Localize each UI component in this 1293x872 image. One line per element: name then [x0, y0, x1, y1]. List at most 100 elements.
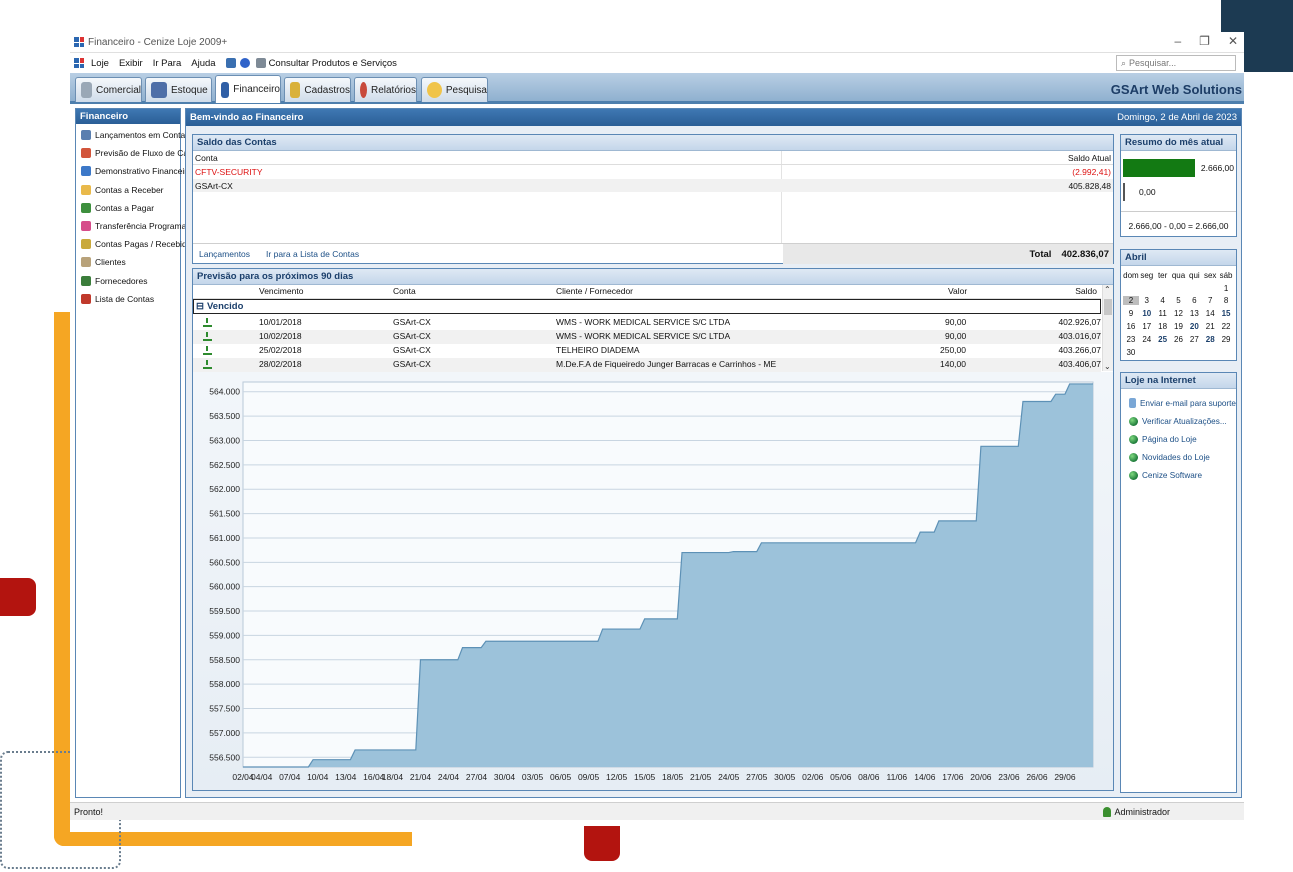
finance-icon: [221, 81, 230, 98]
tab-pesquisa[interactable]: Pesquisa: [421, 77, 488, 102]
calendar-week: 9 10 11 12 13 14 15: [1123, 307, 1234, 320]
calendar-day[interactable]: 24: [1139, 335, 1155, 344]
saldo-footer: Lançamentos Ir para a Lista de Contas To…: [193, 243, 1113, 264]
sidebar-item-clientes[interactable]: Clientes: [76, 253, 180, 271]
table-row[interactable]: GSArt-CX 405.828,48: [193, 179, 1113, 192]
magnifier-icon: [427, 82, 442, 98]
menu-loje[interactable]: Loje: [74, 58, 109, 69]
calendar-day[interactable]: 18: [1155, 322, 1171, 331]
lancamentos-link[interactable]: Lançamentos: [199, 249, 250, 259]
previsao-title: Previsão para os próximos 90 dias: [193, 269, 1113, 285]
tab-estoque[interactable]: Estoque: [145, 77, 212, 102]
group-vencido[interactable]: ⊟ Vencido: [193, 299, 1101, 314]
calendar-day[interactable]: 10: [1139, 309, 1155, 318]
calendar-day[interactable]: 15: [1218, 309, 1234, 318]
calendar-day[interactable]: 7: [1202, 296, 1218, 305]
sidebar-item-transferencia[interactable]: Transferência Programada: [76, 217, 196, 235]
menu-exibir[interactable]: Exibir: [119, 58, 143, 69]
scroll-thumb[interactable]: [1104, 299, 1112, 315]
help-icon[interactable]: [239, 58, 250, 68]
x-tick-label: 12/05: [606, 772, 628, 782]
collapse-icon[interactable]: ⊟: [196, 301, 204, 312]
sidebar-item-contas-receber[interactable]: Contas a Receber: [76, 181, 180, 199]
col-valor: Valor: [948, 286, 968, 296]
search-input[interactable]: ⌕ Pesquisar...: [1116, 55, 1236, 71]
table-row[interactable]: CFTV-SECURITY (2.992,41): [193, 165, 1113, 178]
x-tick-label: 21/05: [690, 772, 712, 782]
user-icon: [1103, 806, 1112, 817]
calendar-day[interactable]: 23: [1123, 335, 1139, 344]
loje-news-link[interactable]: Novidades do Loje: [1121, 448, 1236, 466]
calendar-day[interactable]: 6: [1186, 296, 1202, 305]
x-tick-label: 29/06: [1054, 772, 1076, 782]
restore-icon[interactable]: ❐: [1199, 34, 1210, 48]
calendar-day[interactable]: 27: [1186, 335, 1202, 344]
calendar-day[interactable]: 9: [1123, 309, 1139, 318]
divider: [1121, 211, 1236, 212]
calendar-day[interactable]: 13: [1186, 309, 1202, 318]
cash-flow-chart-svg: 556.500 557.000 557.500 558.000 558.500 559.0…: [209, 381, 1094, 782]
loja-internet-title: Loje na Internet: [1121, 373, 1236, 389]
calendar-day[interactable]: 1: [1218, 284, 1234, 293]
sidebar-item-lancamentos[interactable]: Lançamentos em Conta: [76, 126, 185, 144]
table-scrollbar[interactable]: ⌃ ⌄: [1102, 285, 1113, 371]
table-row[interactable]: 10/02/2018 GSArt-CX WMS - WORK MEDICAL S…: [193, 330, 1101, 344]
sidebar-item-contas-pagar[interactable]: Contas a Pagar: [76, 199, 180, 217]
minimize-icon[interactable]: –: [1174, 34, 1181, 48]
x-tick-label: 11/06: [887, 772, 908, 782]
close-icon[interactable]: ✕: [1228, 34, 1238, 48]
calendar-day[interactable]: 5: [1171, 296, 1187, 305]
sidebar: Financeiro Lançamentos em Conta Previsão…: [75, 108, 199, 798]
calendar-day[interactable]: 22: [1218, 322, 1234, 331]
loje-page-link[interactable]: Página do Loje: [1121, 430, 1236, 448]
lista-contas-link[interactable]: Ir para a Lista de Contas: [266, 249, 359, 259]
calculator-icon[interactable]: [225, 58, 236, 68]
scroll-up-icon[interactable]: ⌃: [1104, 285, 1111, 294]
menu-ajuda[interactable]: Ajuda: [191, 58, 215, 69]
receive-icon: [81, 184, 91, 195]
calendar-day[interactable]: 25: [1155, 335, 1171, 344]
sidebar-title: Financeiro: [76, 109, 180, 124]
calendar-day[interactable]: 4: [1155, 296, 1171, 305]
table-row[interactable]: 25/02/2018 GSArt-CX TELHEIRO DIADEMA 250…: [193, 344, 1101, 358]
col-conta: Conta: [195, 153, 218, 163]
x-tick-label: 15/05: [634, 772, 656, 782]
calendar-day[interactable]: 2: [1123, 296, 1139, 306]
table-row[interactable]: 28/02/2018 GSArt-CX M.De.F.A de Fiqueire…: [193, 358, 1101, 372]
calendar-day[interactable]: 21: [1202, 322, 1218, 331]
cash-register-icon: [81, 82, 92, 98]
calendar-day[interactable]: 16: [1123, 322, 1139, 331]
calendar-day[interactable]: 30: [1123, 348, 1139, 357]
tab-financeiro[interactable]: Financeiro: [215, 75, 281, 103]
calendar-day[interactable]: 19: [1171, 322, 1187, 331]
calendar-day[interactable]: 12: [1171, 309, 1187, 318]
sidebar-item-contas-pagas[interactable]: Contas Pagas / Recebidas: [76, 235, 196, 253]
download-icon: [203, 360, 212, 369]
calendar-day[interactable]: 8: [1218, 296, 1234, 305]
calendar-day[interactable]: 17: [1139, 322, 1155, 331]
download-icon: [203, 332, 212, 341]
table-row[interactable]: 10/01/2018 GSArt-CX WMS - WORK MEDICAL S…: [193, 316, 1101, 330]
calendar-day[interactable]: 26: [1171, 335, 1187, 344]
calendar-day[interactable]: 20: [1186, 322, 1202, 331]
consultar-produtos-button[interactable]: Consultar Produtos e Serviços: [255, 58, 397, 69]
check-updates-link[interactable]: Verificar Atualizações...: [1121, 412, 1236, 430]
cenize-software-link[interactable]: Cenize Software: [1121, 466, 1236, 484]
sidebar-item-demonstrativo[interactable]: Demonstrativo Financeiro: [76, 162, 192, 180]
calendar-day[interactable]: 11: [1155, 309, 1171, 318]
scroll-down-icon[interactable]: ⌄: [1104, 362, 1111, 371]
calendar-day[interactable]: 14: [1202, 309, 1218, 318]
calendar-day[interactable]: 28: [1202, 335, 1218, 344]
tab-comercial[interactable]: Comercial: [75, 77, 142, 102]
sidebar-item-fornecedores[interactable]: Fornecedores: [76, 272, 180, 290]
calendar-day[interactable]: 3: [1139, 296, 1155, 305]
tab-cadastros[interactable]: Cadastros: [284, 77, 351, 102]
calendar-day[interactable]: 29: [1218, 335, 1234, 344]
menu-ir-para[interactable]: Ir Para: [153, 58, 182, 69]
resumo-body: 2.666,00 0,00 2.666,00 - 0,00 = 2.666,00: [1121, 151, 1236, 238]
sidebar-item-previsao[interactable]: Previsão de Fluxo de Caixa: [76, 144, 199, 162]
tab-relatorios[interactable]: Relatórios: [354, 77, 417, 102]
y-tick-label: 563.500: [209, 411, 240, 421]
sidebar-item-lista-contas[interactable]: Lista de Contas: [76, 290, 180, 308]
email-support-link[interactable]: Enviar e-mail para suporte: [1121, 394, 1236, 412]
